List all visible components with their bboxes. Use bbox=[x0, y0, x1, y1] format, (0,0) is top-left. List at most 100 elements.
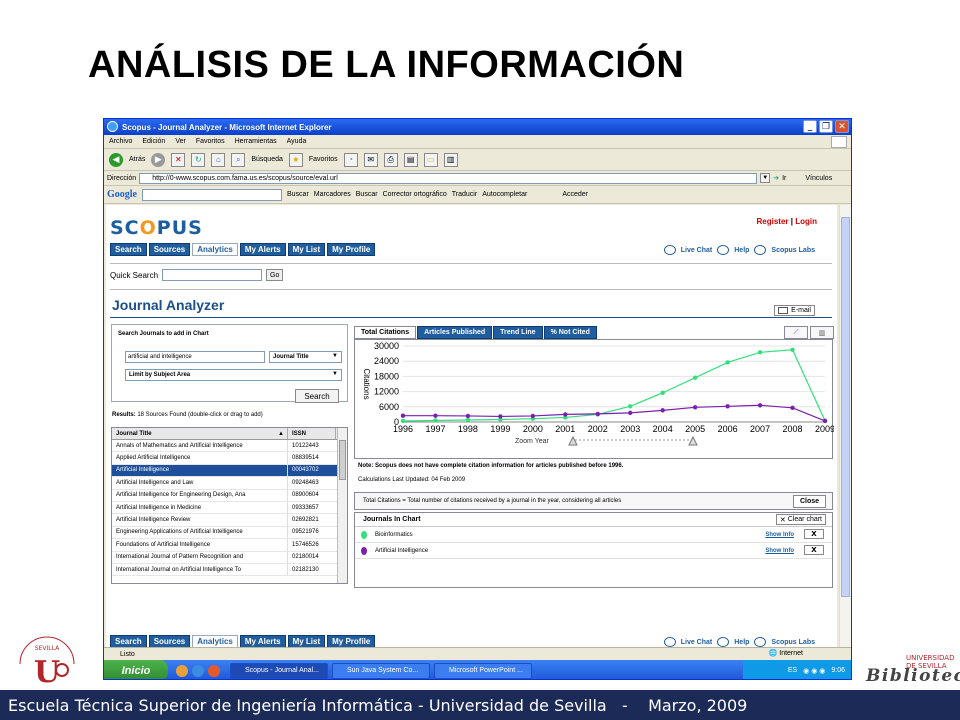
help-link[interactable]: Help bbox=[734, 247, 749, 254]
table-row[interactable]: Applied Artificial Intelligence 08839514 bbox=[112, 452, 347, 465]
page-scrollbar[interactable] bbox=[839, 205, 851, 647]
nav-search[interactable]: Search bbox=[110, 243, 147, 256]
links-label[interactable]: Vínculos bbox=[805, 175, 832, 182]
close-definition-button[interactable]: Close bbox=[792, 495, 826, 508]
folder-icon[interactable]: ▭ bbox=[423, 152, 438, 167]
nav-analytics[interactable]: Analytics bbox=[192, 635, 238, 647]
menu-ver[interactable]: Ver bbox=[175, 138, 186, 145]
app-launch-icon[interactable] bbox=[208, 664, 220, 677]
back-label[interactable]: Atrás bbox=[129, 156, 145, 163]
nav-my-profile[interactable]: My Profile bbox=[327, 635, 376, 647]
live-chat-link[interactable]: Live Chat bbox=[681, 247, 713, 254]
table-row[interactable]: Artificial Intelligence Review 02692821 bbox=[112, 514, 347, 527]
nav-sources[interactable]: Sources bbox=[148, 635, 191, 647]
labs-link[interactable]: Scopus Labs bbox=[771, 247, 815, 254]
search-label[interactable]: Búsqueda bbox=[251, 156, 283, 163]
mail-icon[interactable]: ✉ bbox=[363, 152, 378, 167]
back-arrow-icon[interactable]: ◀ bbox=[109, 152, 123, 167]
tab-articles-published[interactable]: Articles Published bbox=[417, 326, 493, 339]
go-label[interactable]: Ir bbox=[782, 175, 786, 182]
journal-search-input[interactable]: artificial and intelligence bbox=[125, 351, 265, 363]
language-indicator[interactable]: ES bbox=[788, 667, 797, 674]
clear-chart-button[interactable]: ✕ Clear chart bbox=[775, 514, 826, 525]
journal-search-button[interactable]: Search bbox=[295, 389, 339, 403]
go-arrow-icon[interactable]: ➜ bbox=[773, 174, 779, 182]
google-search2[interactable]: Buscar bbox=[356, 191, 378, 198]
tab-trend-line[interactable]: Trend Line bbox=[493, 326, 543, 339]
email-button[interactable]: E-mail bbox=[774, 305, 815, 316]
menu-herramientas[interactable]: Herramientas bbox=[235, 138, 277, 145]
login-link[interactable]: Login bbox=[795, 217, 817, 226]
google-search-input[interactable] bbox=[142, 188, 282, 201]
address-dropdown-icon[interactable]: ▼ bbox=[760, 173, 771, 183]
print-icon[interactable]: ⎙ bbox=[383, 152, 398, 167]
google-bookmarks[interactable]: Marcadores bbox=[314, 191, 351, 198]
refresh-icon[interactable]: ↻ bbox=[191, 152, 206, 167]
google-login[interactable]: Acceder bbox=[562, 191, 588, 198]
nav-sources[interactable]: Sources bbox=[148, 243, 191, 256]
menu-ayuda[interactable]: Ayuda bbox=[287, 138, 307, 145]
col-journal-title[interactable]: Journal Title ▲ bbox=[112, 428, 288, 439]
remove-journal-button[interactable]: X bbox=[804, 545, 824, 555]
live-chat-link[interactable]: Live Chat bbox=[681, 639, 713, 646]
table-row[interactable]: Engineering Applications of Artificial I… bbox=[112, 526, 347, 540]
labs-link[interactable]: Scopus Labs bbox=[771, 639, 815, 646]
task-scopus[interactable]: Scopus - Journal Anal... bbox=[230, 662, 328, 679]
address-input[interactable]: http://0-www.scopus.com.fama.us.es/scopu… bbox=[139, 172, 758, 184]
task-powerpoint[interactable]: Microsoft PowerPoint ... bbox=[434, 662, 532, 679]
table-row[interactable]: International Journal on Artificial Inte… bbox=[112, 563, 347, 577]
edit-icon[interactable]: ▤ bbox=[403, 152, 418, 167]
help-link[interactable]: Help bbox=[734, 639, 749, 646]
history-icon[interactable]: ◔ bbox=[343, 152, 358, 167]
quick-search-go[interactable]: Go bbox=[266, 269, 284, 281]
table-view-icon[interactable]: ▥ bbox=[810, 326, 834, 339]
search-type-select[interactable]: Journal Title ▼ bbox=[269, 351, 342, 363]
table-row[interactable]: Foundations of Artificial Intelligence 15… bbox=[112, 539, 347, 552]
nav-my-list[interactable]: My List bbox=[287, 243, 326, 256]
table-row[interactable]: International Journal of Pattern Recogni… bbox=[112, 551, 347, 564]
nav-analytics[interactable]: Analytics bbox=[192, 243, 238, 256]
home-icon[interactable]: ⌂ bbox=[211, 152, 226, 167]
table-row[interactable]: Annals of Mathematics and Artificial Int… bbox=[112, 440, 347, 453]
table-row[interactable]: Artificial Intelligence in Medicine 09333… bbox=[112, 501, 347, 515]
nav-search[interactable]: Search bbox=[110, 635, 147, 647]
close-button[interactable]: ✕ bbox=[835, 120, 849, 133]
google-search-button[interactable]: Buscar bbox=[287, 191, 309, 198]
col-issn[interactable]: ISSN bbox=[288, 428, 336, 439]
table-row[interactable]: Artificial Intelligence 00043702 bbox=[112, 464, 347, 478]
tab-not-cited[interactable]: % Not Cited bbox=[543, 326, 597, 339]
register-link[interactable]: Register bbox=[757, 217, 789, 226]
remove-journal-button[interactable]: X bbox=[804, 529, 824, 539]
show-info-link[interactable]: Show Info bbox=[765, 548, 794, 554]
stop-icon[interactable]: ✕ bbox=[171, 152, 186, 167]
google-translate[interactable]: Traducir bbox=[452, 191, 477, 198]
menu-archivo[interactable]: Archivo bbox=[109, 138, 132, 145]
task-sun-java[interactable]: Sun Java System Co... bbox=[332, 662, 430, 679]
maximize-button[interactable]: ❐ bbox=[819, 120, 833, 133]
table-row[interactable]: Artificial Intelligence for Engineering … bbox=[112, 489, 347, 502]
browser-launch-icon[interactable] bbox=[176, 664, 188, 677]
line-chart-icon[interactable]: ⟋ bbox=[784, 326, 808, 339]
forward-arrow-icon[interactable]: ▶ bbox=[151, 152, 166, 167]
show-info-link[interactable]: Show Info bbox=[765, 532, 794, 538]
ie-launch-icon[interactable] bbox=[192, 664, 204, 677]
minimize-button[interactable]: _ bbox=[803, 120, 817, 133]
search-icon[interactable]: ⌕ bbox=[231, 152, 246, 167]
favorites-label[interactable]: Favoritos bbox=[309, 156, 338, 163]
table-row[interactable]: Artificial Intelligence and Law 09248463 bbox=[112, 477, 347, 490]
start-button[interactable]: Inicio bbox=[104, 660, 168, 679]
nav-my-alerts[interactable]: My Alerts bbox=[239, 635, 286, 647]
nav-my-list[interactable]: My List bbox=[287, 635, 326, 647]
quick-search-input[interactable] bbox=[162, 269, 263, 281]
menu-favoritos[interactable]: Favoritos bbox=[196, 138, 225, 145]
menu-edicion[interactable]: Edición bbox=[142, 138, 165, 145]
google-spell[interactable]: Corrector ortográfico bbox=[383, 191, 447, 198]
favorites-star-icon[interactable]: ★ bbox=[288, 152, 303, 167]
subject-area-select[interactable]: Limit by Subject Area ▼ bbox=[125, 369, 342, 381]
research-icon[interactable]: ▥ bbox=[443, 152, 458, 167]
tab-total-citations[interactable]: Total Citations bbox=[354, 326, 417, 339]
table-scrollbar[interactable] bbox=[337, 428, 347, 583]
nav-my-alerts[interactable]: My Alerts bbox=[239, 243, 286, 256]
nav-my-profile[interactable]: My Profile bbox=[327, 243, 376, 256]
google-autofill[interactable]: Autocompletar bbox=[482, 191, 527, 198]
